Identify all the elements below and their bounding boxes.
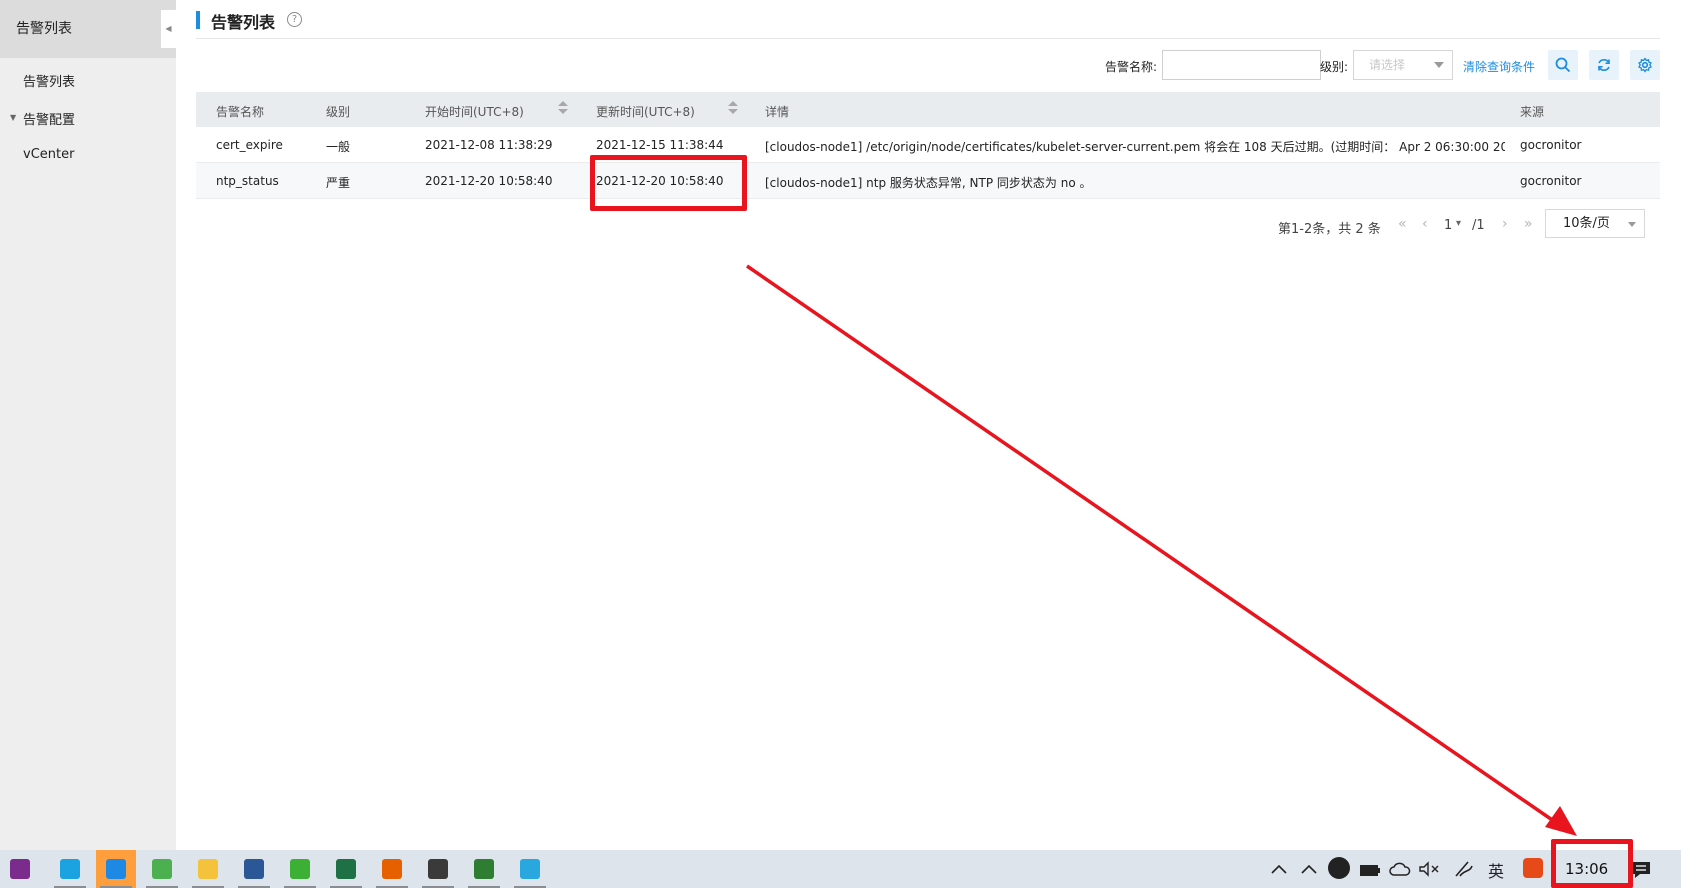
cloud-icon[interactable] (1388, 860, 1412, 878)
firefox-icon (382, 859, 402, 879)
taskbar-app-button[interactable] (0, 850, 40, 888)
show-hidden-icons-icon[interactable] (1300, 862, 1318, 876)
chevron-up-icon[interactable] (1270, 862, 1288, 876)
taskbar-app-button[interactable] (50, 850, 90, 888)
sogou-ime-icon[interactable] (1523, 858, 1543, 878)
notification-center-icon[interactable] (1630, 860, 1652, 880)
taskbar-app-button[interactable] (464, 850, 504, 888)
security-shield-icon (474, 859, 494, 879)
word-icon (244, 859, 264, 879)
battery-icon[interactable] (1358, 861, 1382, 879)
highlight-clock-box (1551, 839, 1633, 888)
taskbar-app-button[interactable] (280, 850, 320, 888)
taskbar-app-button[interactable] (234, 850, 274, 888)
notepad-icon (152, 859, 172, 879)
ime-language-indicator[interactable]: 英 (1488, 858, 1504, 882)
wechat-icon (290, 859, 310, 879)
xshell-icon (520, 859, 540, 879)
taskbar-app-button[interactable] (372, 850, 412, 888)
arrow-line (746, 264, 1562, 828)
arrow-head (1545, 806, 1577, 836)
taskbar-app-button[interactable] (96, 850, 136, 888)
remote-desktop-icon (428, 859, 448, 879)
annotation-arrow (746, 264, 1577, 836)
qq-tray-icon[interactable] (1328, 857, 1350, 879)
taskbar-app-button[interactable] (418, 850, 458, 888)
taskbar-app-button[interactable] (326, 850, 366, 888)
taskbar-app-button[interactable] (510, 850, 550, 888)
qq-browser-icon (106, 859, 126, 879)
taskbar-app-button[interactable] (188, 850, 228, 888)
file-explorer-icon (198, 859, 218, 879)
skype-icon (60, 859, 80, 879)
taskbar-app-button[interactable] (142, 850, 182, 888)
excel-icon (336, 859, 356, 879)
pen-icon[interactable] (1452, 858, 1476, 880)
volume-muted-icon[interactable] (1418, 860, 1442, 878)
onenote-icon (10, 859, 30, 879)
